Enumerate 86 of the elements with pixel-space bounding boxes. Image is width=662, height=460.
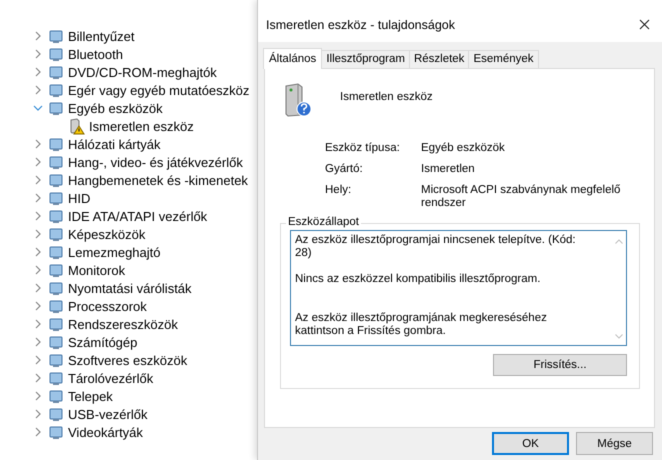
- status-message: Az eszköz illesztőprogramjai nincsenek telepítve. (Kód: 28) Nincs az eszközzel kompatibilis illesztőprogram. Az eszköz illesztőprogramjának megkereséséhez kattintson a Frissítés gombra.: [294, 233, 577, 339]
- device-icon: [48, 370, 64, 386]
- device-icon: [48, 424, 64, 440]
- collapsed-chevron-icon[interactable]: [34, 337, 42, 347]
- property-label: Hely:: [325, 184, 352, 198]
- device-icon: [48, 28, 64, 44]
- tree-item-label[interactable]: Hálózati kártyák: [68, 136, 160, 152]
- collapsed-chevron-icon[interactable]: [34, 409, 42, 419]
- tree-item-label[interactable]: Hangbemenetek és -kimenetek: [68, 172, 248, 188]
- tree-item-label[interactable]: Processzorok: [68, 298, 147, 314]
- device-icon: [48, 352, 64, 368]
- tab[interactable]: Események: [468, 50, 539, 68]
- device-icon: [48, 226, 64, 242]
- device-icon: [48, 262, 64, 278]
- collapsed-chevron-icon[interactable]: [34, 265, 42, 275]
- property-label: Eszköz típusa:: [325, 142, 401, 155]
- dialog-button[interactable]: Mégse: [576, 432, 653, 455]
- collapsed-chevron-icon[interactable]: [34, 283, 42, 293]
- property-value: Ismeretlen: [421, 163, 476, 176]
- tab[interactable]: Általános: [263, 48, 322, 69]
- group-title: Eszközállapot: [286, 216, 361, 228]
- tree-item-label[interactable]: Rendszereszközök: [68, 316, 178, 332]
- collapsed-chevron-icon[interactable]: [34, 139, 42, 149]
- collapsed-chevron-icon[interactable]: [34, 193, 42, 203]
- tree-item-label[interactable]: USB-vezérlők: [68, 406, 148, 422]
- tree-item-label[interactable]: Telepek: [68, 388, 113, 404]
- collapsed-chevron-icon[interactable]: [34, 229, 42, 239]
- device-icon: [48, 388, 64, 404]
- device-icon: [48, 208, 64, 224]
- device-icon: [48, 172, 64, 188]
- collapsed-chevron-icon[interactable]: [34, 85, 42, 95]
- device-icon: [48, 316, 64, 332]
- collapsed-chevron-icon[interactable]: [34, 301, 42, 311]
- device-icon: [48, 334, 64, 350]
- property-value: Egyéb eszközök: [421, 142, 506, 155]
- tree-item-label[interactable]: Szoftveres eszközök: [68, 352, 188, 368]
- tree-item-label[interactable]: Billentyűzet: [68, 28, 134, 44]
- device-icon: [48, 64, 64, 80]
- tree-item-label[interactable]: IDE ATA/ATAPI vezérlők: [68, 208, 208, 224]
- close-icon[interactable]: [639, 19, 650, 30]
- collapsed-chevron-icon[interactable]: [34, 175, 42, 185]
- tree-item-label[interactable]: Számítógép: [68, 334, 138, 350]
- device-icon: [48, 100, 64, 116]
- tree-item-label[interactable]: Tárolóvezérlők: [68, 370, 154, 386]
- device-icon: [48, 298, 64, 314]
- collapsed-chevron-icon[interactable]: [34, 157, 42, 167]
- device-icon: [48, 406, 64, 422]
- tree-item-label[interactable]: Videokártyák: [68, 424, 143, 440]
- tree-item-label[interactable]: Nyomtatási várólisták: [68, 280, 192, 296]
- update-driver-button[interactable]: Frissítés...: [493, 354, 627, 376]
- tree-item-label[interactable]: Egyéb eszközök: [68, 100, 163, 116]
- collapsed-chevron-icon[interactable]: [34, 211, 42, 221]
- tree-item-label[interactable]: Hang-, video- és játékvezérlők: [68, 154, 243, 170]
- tree-item-label[interactable]: Lemezmeghajtó: [68, 244, 160, 260]
- property-value: Microsoft ACPI szabványnak megfelelő rendszer: [421, 184, 622, 210]
- tree-item-label[interactable]: Egér vagy egyéb mutatóeszköz: [68, 82, 250, 98]
- tree-item-label[interactable]: HID: [68, 190, 90, 206]
- device-icon: [48, 244, 64, 260]
- collapsed-chevron-icon[interactable]: [34, 355, 42, 365]
- scroll-down-icon[interactable]: [614, 334, 622, 339]
- property-label: Gyártó:: [325, 163, 364, 176]
- tree-item-label[interactable]: Ismeretlen eszköz: [89, 118, 194, 134]
- collapsed-chevron-icon[interactable]: [34, 247, 42, 257]
- tree-item-label[interactable]: Monitorok: [68, 262, 126, 278]
- collapsed-chevron-icon[interactable]: [34, 67, 42, 77]
- tree-item-label[interactable]: Képeszközök: [68, 226, 146, 242]
- device-icon: [48, 154, 64, 170]
- tree-item-label[interactable]: Bluetooth: [68, 46, 123, 62]
- device-icon: [48, 82, 64, 98]
- collapsed-chevron-icon[interactable]: [34, 319, 42, 329]
- device-name: Ismeretlen eszköz: [340, 91, 433, 103]
- device-icon: [48, 190, 64, 206]
- status-text-box[interactable]: Az eszköz illesztőprogramjai nincsenek telepítve. (Kód: 28) Nincs az eszközzel kompatibilis illesztőprogram. Az eszköz illesztőprogramjának megkereséséhez kattintson a Frissítés gombra.: [290, 230, 627, 346]
- expanded-chevron-icon[interactable]: [33, 104, 43, 112]
- tree-item-label[interactable]: DVD/CD-ROM-meghajtók: [68, 64, 217, 80]
- dialog-button[interactable]: OK: [492, 432, 569, 455]
- device-icon: [48, 136, 64, 152]
- collapsed-chevron-icon[interactable]: [34, 391, 42, 401]
- collapsed-chevron-icon[interactable]: [34, 427, 42, 437]
- collapsed-chevron-icon[interactable]: [34, 31, 42, 41]
- scroll-up-icon[interactable]: [614, 239, 622, 244]
- collapsed-chevron-icon[interactable]: [34, 373, 42, 383]
- device-icon: [48, 46, 64, 62]
- device-icon: [48, 280, 64, 296]
- window-title: Ismeretlen eszköz - tulajdonságok: [266, 18, 455, 32]
- collapsed-chevron-icon[interactable]: [34, 49, 42, 59]
